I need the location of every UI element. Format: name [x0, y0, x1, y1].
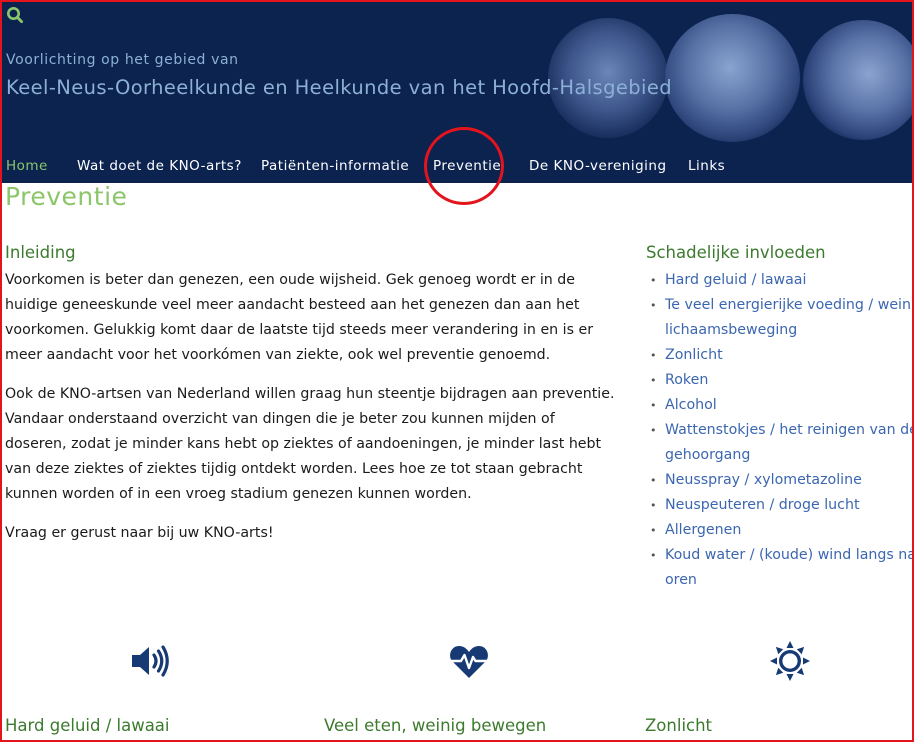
link-neuspeuteren[interactable]: Neuspeuteren / droge lucht — [665, 497, 860, 513]
sun-icon[interactable] — [769, 640, 811, 682]
search-icon[interactable] — [6, 6, 24, 24]
link-alcohol[interactable]: Alcohol — [665, 397, 717, 413]
list-item: Allergenen — [646, 518, 914, 543]
nav-home[interactable]: Home — [6, 158, 48, 174]
intro-heading: Inleiding — [5, 243, 76, 262]
harmful-influences-list: Hard geluid / lawaai Te veel energierijk… — [646, 268, 914, 593]
header-photo-ear — [803, 20, 914, 140]
intro-paragraph-2: Ook de KNO-artsen van Nederland willen g… — [5, 386, 615, 502]
intro-paragraph-1: Voorkomen is beter dan genezen, een oude… — [5, 272, 594, 363]
list-item: Roken — [646, 368, 914, 393]
link-roken[interactable]: Roken — [665, 372, 708, 388]
feature-title-veel-eten[interactable]: Veel eten, weinig bewegen — [324, 716, 546, 735]
sidebar-heading: Schadelijke invloeden — [646, 243, 826, 262]
link-allergenen[interactable]: Allergenen — [665, 522, 741, 538]
nav-links[interactable]: Links — [688, 158, 725, 174]
link-hard-geluid[interactable]: Hard geluid / lawaai — [665, 272, 806, 288]
list-item: Hard geluid / lawaai — [646, 268, 914, 293]
list-item: Koud water / (koude) wind langs natte ore… — [646, 543, 914, 593]
list-item: Neuspeuteren / droge lucht — [646, 493, 914, 518]
link-energierijke-voeding-cont[interactable]: lichaamsbeweging — [665, 322, 797, 338]
nav-de-kno-vereniging[interactable]: De KNO-vereniging — [529, 158, 667, 174]
page-title: Preventie — [5, 182, 128, 211]
link-koud-water[interactable]: Koud water / (koude) wind langs natte — [665, 547, 914, 563]
nav-patienten-informatie[interactable]: Patiënten-informatie — [261, 158, 409, 174]
link-wattenstokjes-cont[interactable]: gehoorgang — [665, 447, 750, 463]
link-energierijke-voeding[interactable]: Te veel energierijke voeding / weinig — [665, 297, 914, 313]
intro-paragraph-3: Vraag er gerust naar bij uw KNO-arts! — [5, 525, 274, 541]
link-koud-water-cont[interactable]: oren — [665, 572, 697, 588]
list-item: Zonlicht — [646, 343, 914, 368]
list-item: Alcohol — [646, 393, 914, 418]
feature-title-hard-geluid[interactable]: Hard geluid / lawaai — [5, 716, 170, 735]
link-zonlicht[interactable]: Zonlicht — [665, 347, 723, 363]
header-photo-nose — [665, 14, 800, 142]
site-subtitle: Voorlichting op het gebied van — [6, 52, 239, 68]
harmful-influences-sidebar: Schadelijke invloeden Hard geluid / lawa… — [646, 243, 914, 593]
list-item: Te veel energierijke voeding / weinig lic… — [646, 293, 914, 343]
link-wattenstokjes[interactable]: Wattenstokjes / het reinigen van de — [665, 422, 914, 438]
site-title[interactable]: Keel-Neus-Oorheelkunde en Heelkunde van … — [6, 76, 672, 99]
feature-title-zonlicht[interactable]: Zonlicht — [645, 716, 712, 735]
nav-wat-doet-de-kno-arts[interactable]: Wat doet de KNO-arts? — [77, 158, 242, 174]
intro-section: Inleiding Voorkomen is beter dan genezen… — [5, 243, 617, 560]
list-item: Wattenstokjes / het reinigen van de gehoo… — [646, 418, 914, 468]
speaker-icon[interactable] — [129, 640, 171, 682]
heartbeat-icon[interactable] — [448, 640, 490, 682]
link-neusspray[interactable]: Neusspray / xylometazoline — [665, 472, 862, 488]
list-item: Neusspray / xylometazoline — [646, 468, 914, 493]
highlight-circle-annotation — [424, 127, 504, 205]
